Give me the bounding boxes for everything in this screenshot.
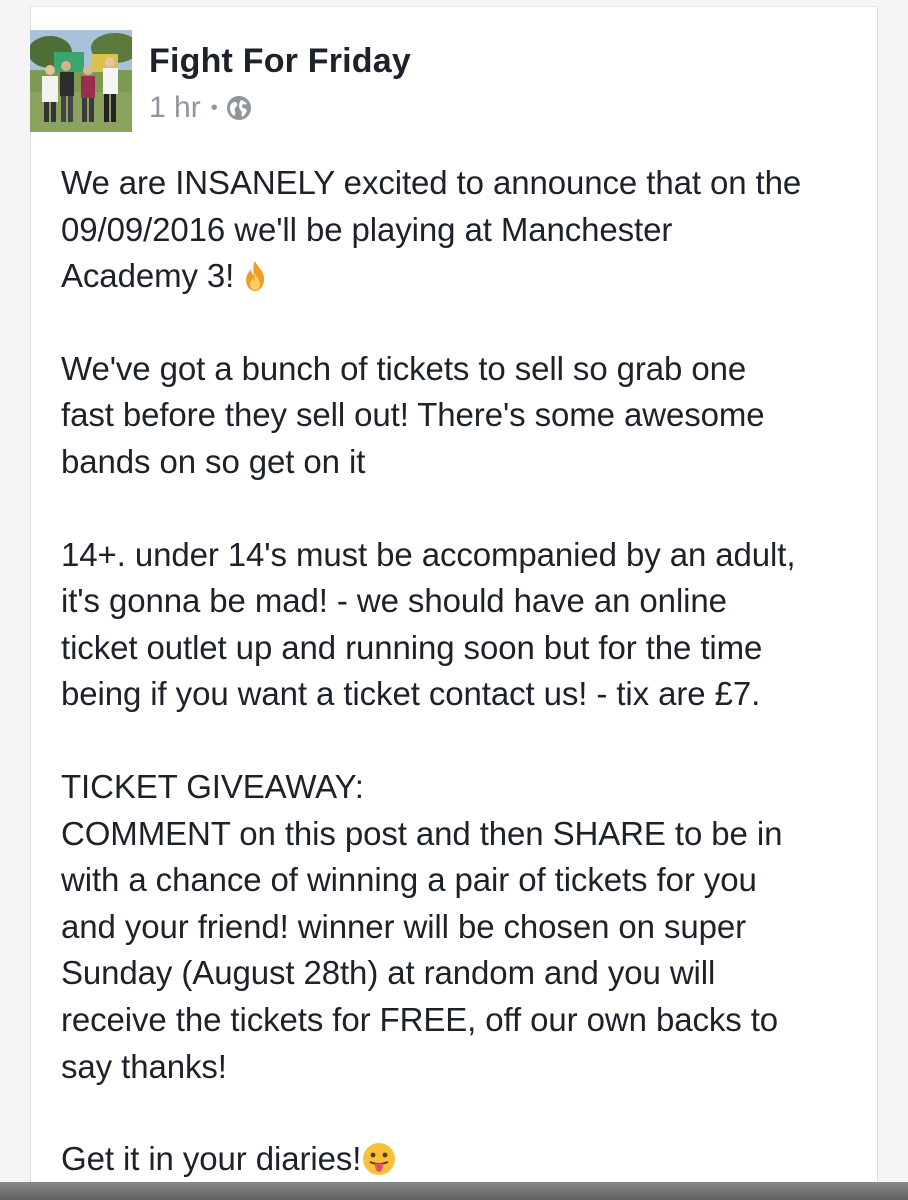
fire-emoji-icon [246,261,265,292]
post-paragraph-2: We've got a bunch of tickets to sell so … [61,349,765,480]
bottom-bar [0,1182,908,1200]
meta-separator: • [210,97,218,119]
post-paragraph-3: 14+. under 14's must be accompanied by a… [61,535,796,713]
post-body: We are INSANELY excited to announce that… [61,160,861,1183]
post-meta: 1 hr • [149,90,252,126]
post-paragraph-4: TICKET GIVEAWAY: COMMENT on this post an… [61,767,783,1085]
post-paragraph-1-text: We are INSANELY excited to announce that… [61,164,802,295]
post-paragraph-1: We are INSANELY excited to announce that… [61,160,861,300]
screenshot-page: Fight For Friday 1 hr • We are INSANELY … [0,0,908,1200]
page-avatar[interactable] [30,30,132,132]
post-paragraph-5: Get it in your diaries! [61,1136,861,1183]
avatar-photo [30,30,132,132]
page-name-link[interactable]: Fight For Friday [149,42,411,81]
tongue-out-emoji-icon [363,1143,396,1176]
post-paragraph-5-text: Get it in your diaries! [61,1140,362,1178]
post-timestamp[interactable]: 1 hr [149,91,201,125]
globe-icon[interactable] [226,95,252,121]
post-header: Fight For Friday 1 hr • [30,24,810,134]
